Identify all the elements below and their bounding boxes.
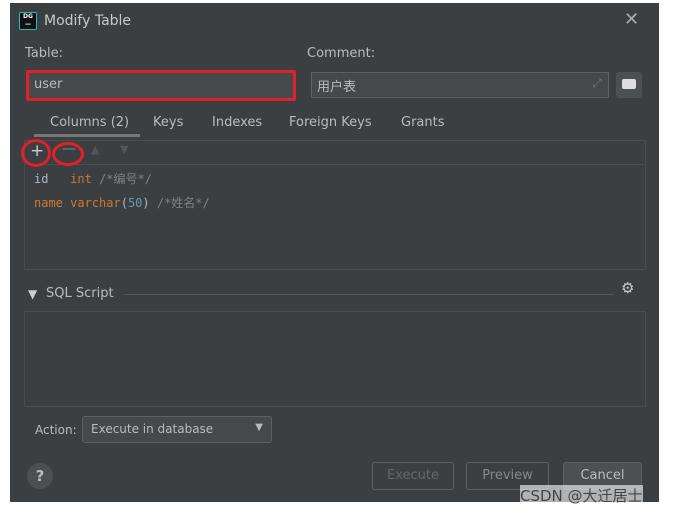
tab-foreign-keys[interactable]: Foreign Keys [289,115,372,130]
tab-keys[interactable]: Keys [153,115,183,130]
comment-input[interactable]: 用户表 ⤢ [311,72,609,98]
help-button[interactable]: ? [27,463,53,489]
expand-icon[interactable]: ⤢ [592,76,602,91]
chevron-down-icon: ▼ [255,422,263,433]
divider [124,294,614,295]
tab-columns[interactable]: Columns (2) [50,115,129,130]
move-up-icon[interactable]: ▲ [91,143,99,156]
sql-script-editor[interactable] [24,311,646,407]
highlight-circle [52,142,84,166]
sql-script-toggle-icon[interactable]: ▼ [28,287,37,301]
column-row[interactable]: name varchar(50) /*姓名*/ [34,194,210,211]
dialog-title: Modify Table [44,13,132,29]
comment-label: Comment: [307,46,376,61]
gear-icon[interactable]: ⚙ [621,279,634,297]
comment-value: 用户表 [317,80,357,95]
watermark: CSDN @大迁居士 [520,485,643,506]
tab-indexes[interactable]: Indexes [212,115,262,130]
action-dropdown[interactable]: Execute in database ▼ [82,416,272,443]
column-row[interactable]: id int /*编号*/ [34,170,152,187]
speech-bubble-icon [622,79,636,89]
move-down-icon[interactable]: ▼ [120,143,128,156]
table-name-value: user [34,77,63,92]
close-icon[interactable]: ✕ [624,9,639,30]
action-value: Execute in database [91,422,214,436]
action-label: Action: [35,423,77,437]
datagrip-logo-icon: DG — [19,12,37,30]
highlight-circle [21,139,51,167]
modify-table-dialog: DG — Modify Table ✕ Table: user Comment: … [10,3,659,502]
sql-script-label[interactable]: SQL Script [46,286,114,301]
active-tab-underline [34,134,140,137]
comment-button[interactable] [616,72,642,98]
tab-grants[interactable]: Grants [401,115,445,130]
table-name-input[interactable]: user [26,70,296,101]
execute-button[interactable]: Execute [372,462,454,490]
table-label: Table: [25,46,63,61]
columns-panel: + — ▲ ▼ id int /*编号*/ name varchar(50) /… [21,139,646,270]
